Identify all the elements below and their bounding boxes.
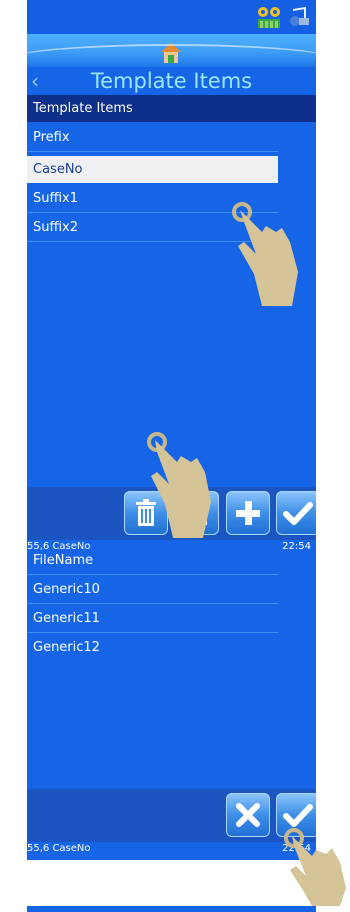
tap-hand-icon xyxy=(147,432,211,538)
status-left-text: 55,6 CaseNo xyxy=(27,541,91,552)
header-banner xyxy=(27,34,316,67)
list-item-selected[interactable]: CaseNo xyxy=(27,156,278,183)
list-item[interactable]: Generic12 xyxy=(27,634,278,662)
add-button[interactable] xyxy=(226,491,270,535)
info-bar: 55,6 CaseNo 22:54 xyxy=(27,842,316,856)
list-item[interactable]: FileName xyxy=(27,553,278,575)
next-screen-strip xyxy=(27,906,316,912)
info-bar: 55,6 CaseNo 22:54 xyxy=(27,540,316,553)
page-title: Template Items xyxy=(90,69,253,93)
confirm-button[interactable] xyxy=(276,491,316,535)
home-icon[interactable] xyxy=(160,42,182,68)
list-item[interactable]: Generic10 xyxy=(27,576,278,604)
title-bar: ‹ Template Items xyxy=(27,67,316,95)
plus-icon xyxy=(236,501,260,525)
status-bar xyxy=(27,0,316,34)
clock-text: 22:54 xyxy=(282,541,311,552)
tap-hand-icon xyxy=(232,202,298,306)
list-item[interactable]: Generic11 xyxy=(27,605,278,633)
action-toolbar xyxy=(27,789,316,842)
checkmark-icon xyxy=(283,502,313,525)
list-header: Template Items xyxy=(27,95,316,122)
tap-hand-icon xyxy=(284,828,346,906)
printer-status-icon xyxy=(256,4,282,34)
status-left-text: 55,6 CaseNo xyxy=(27,843,91,854)
close-icon xyxy=(236,803,260,827)
field-list-screen: FileName Generic10 Generic11 Generic12 5… xyxy=(27,553,316,860)
cancel-button[interactable] xyxy=(226,793,270,837)
list-item[interactable]: Prefix xyxy=(27,124,278,152)
audio-status-icon xyxy=(289,6,311,32)
